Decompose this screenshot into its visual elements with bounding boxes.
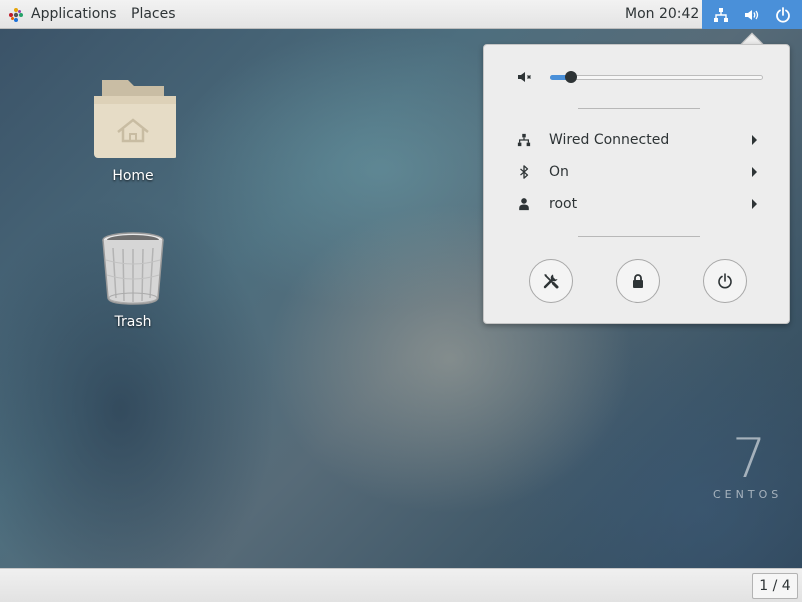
power-icon xyxy=(775,6,790,23)
lock-button[interactable] xyxy=(616,259,660,303)
gnome-foot-icon xyxy=(9,7,23,22)
applications-label: Applications xyxy=(31,6,117,22)
clock[interactable]: Mon 20:42 xyxy=(625,0,699,29)
volume-row xyxy=(517,67,767,87)
menu-item-user[interactable]: root xyxy=(484,190,789,218)
desktop-icon-trash[interactable]: Trash xyxy=(83,230,183,330)
network-wired-icon xyxy=(714,7,729,22)
workspace-indicator[interactable]: 1 / 4 xyxy=(752,573,798,599)
desktop-icon-label: Trash xyxy=(114,314,152,330)
menu-item-bluetooth[interactable]: On xyxy=(484,158,789,186)
applications-menu[interactable]: Applications xyxy=(8,0,117,29)
submenu-arrow-icon xyxy=(752,167,757,177)
volume-slider-handle[interactable] xyxy=(565,71,578,83)
submenu-arrow-icon xyxy=(752,135,757,145)
menu-item-network[interactable]: Wired Connected xyxy=(484,126,789,154)
menu-item-label: On xyxy=(549,164,569,180)
system-status-area[interactable] xyxy=(702,0,802,29)
trash-can-icon xyxy=(102,232,164,305)
power-icon xyxy=(718,273,732,289)
settings-button[interactable] xyxy=(529,259,573,303)
bottom-bar: 1 / 4 xyxy=(0,568,802,602)
centos-name: CENTOS xyxy=(713,488,783,501)
user-icon xyxy=(519,198,529,211)
tools-icon xyxy=(543,274,559,289)
separator xyxy=(578,108,700,109)
top-bar: Applications Places Mon 20:42 xyxy=(0,0,802,29)
submenu-arrow-icon xyxy=(752,199,757,209)
menu-item-label: Wired Connected xyxy=(549,132,670,148)
lock-icon xyxy=(633,274,643,288)
power-off-button[interactable] xyxy=(703,259,747,303)
desktop-icon-home[interactable]: Home xyxy=(83,74,183,184)
centos-version: 7 xyxy=(732,427,767,490)
desktop-icon-label: Home xyxy=(112,168,154,184)
places-menu[interactable]: Places xyxy=(131,0,176,29)
menu-item-label: root xyxy=(549,196,578,212)
volume-icon xyxy=(744,9,759,20)
volume-slider-track[interactable] xyxy=(550,75,763,80)
separator xyxy=(578,236,700,237)
network-wired-icon xyxy=(517,133,531,147)
bluetooth-icon xyxy=(520,165,529,179)
volume-muted-icon[interactable] xyxy=(517,69,533,85)
system-menu: Wired Connected On root xyxy=(483,44,790,324)
folder-home-icon xyxy=(94,80,178,158)
centos-watermark: 7 CENTOS xyxy=(700,427,790,502)
